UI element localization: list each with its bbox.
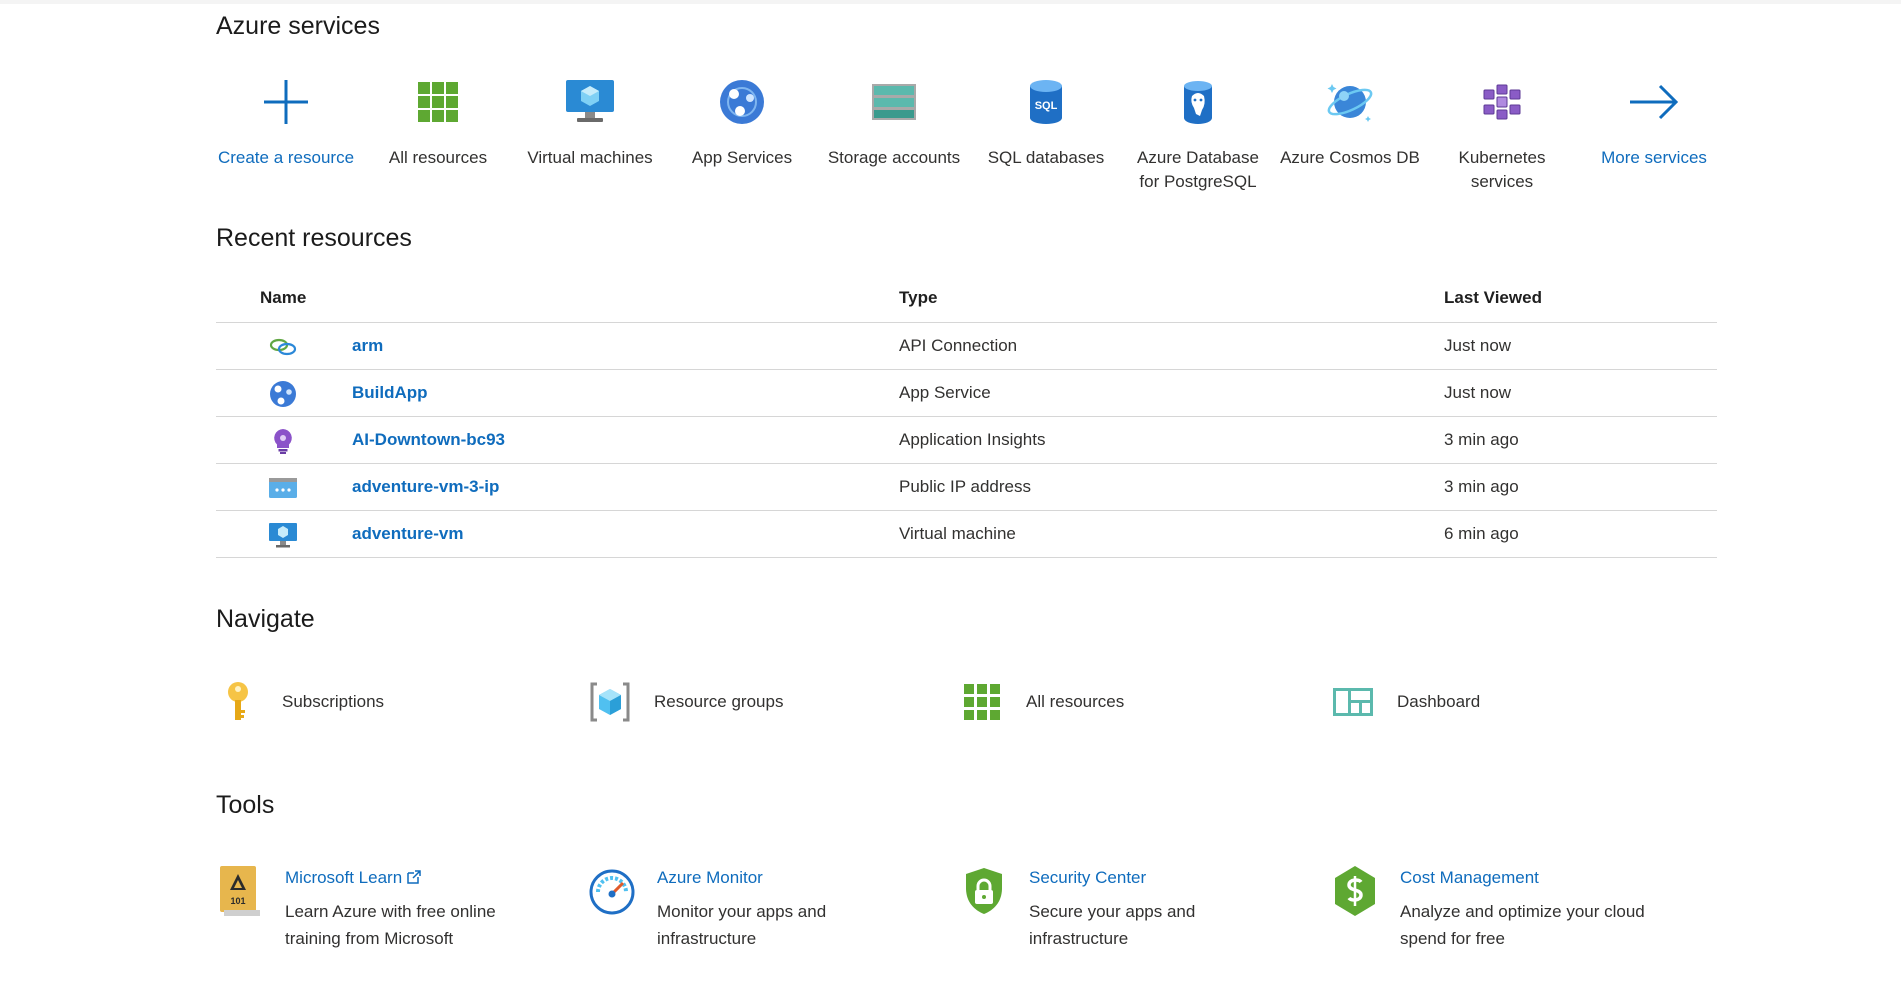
resource-last-viewed: Just now [1444, 383, 1512, 402]
service-sql-databases[interactable]: SQL SQL databases [976, 68, 1116, 170]
resource-type: Public IP address [899, 477, 1031, 496]
service-create-resource[interactable]: Create a resource [216, 68, 356, 170]
arrow-right-icon [1630, 84, 1679, 120]
api-connection-icon [269, 338, 297, 356]
tool-description: Analyze and optimize your cloud spend fo… [1400, 902, 1645, 948]
resource-last-viewed: 6 min ago [1444, 524, 1519, 543]
resource-type: API Connection [899, 336, 1018, 355]
table-row[interactable]: adventure-vm Virtual machine 6 min ago [216, 511, 1717, 558]
service-label: Create a resource [217, 148, 355, 167]
tool-description: Learn Azure with free online training fr… [285, 902, 496, 948]
tool-description: Monitor your apps and infrastructure [657, 902, 827, 948]
tool-title-link[interactable]: Microsoft Learn [285, 868, 422, 888]
service-all-resources[interactable]: All resources [368, 68, 508, 170]
tool-title-link[interactable]: Azure Monitor [657, 868, 763, 888]
resource-name-link[interactable]: AI-Downtown-bc93 [352, 430, 505, 450]
dashboard-icon [1333, 688, 1373, 716]
service-label: More services [1601, 148, 1707, 167]
service-postgresql[interactable]: Azure Database for PostgreSQL [1128, 68, 1268, 194]
resource-type: Virtual machine [899, 524, 1016, 543]
resource-name-link[interactable]: adventure-vm-3-ip [352, 477, 499, 497]
sql-database-icon: SQL [1030, 80, 1062, 124]
resource-name-link[interactable]: arm [352, 336, 383, 356]
virtual-machine-icon [269, 523, 297, 548]
resource-last-viewed: 3 min ago [1444, 477, 1519, 496]
nav-label: Resource groups [654, 692, 784, 711]
plus-icon [264, 80, 308, 124]
service-label: All resources [388, 148, 488, 167]
tools-title: Tools [216, 791, 275, 819]
learn-badge-text: 101 [230, 896, 245, 906]
resource-name-link[interactable]: adventure-vm [352, 524, 463, 544]
tool-title-text: Microsoft Learn [285, 868, 403, 887]
recent-resources-table: Name Type Last Viewed arm API Connection… [216, 282, 1717, 558]
nav-label: All resources [1026, 692, 1125, 711]
tool-title-link[interactable]: Security Center [1029, 868, 1146, 888]
monitor-gauge-icon [589, 869, 635, 915]
app-service-icon [720, 80, 764, 124]
table-header: Name Type Last Viewed [216, 282, 1717, 323]
grid-icon [418, 82, 458, 122]
service-cosmos-db[interactable]: Azure Cosmos DB [1280, 68, 1420, 170]
kubernetes-icon [1483, 84, 1521, 120]
service-label: Kubernetes services [1458, 148, 1546, 191]
postgresql-icon [1184, 81, 1212, 124]
column-header-type[interactable]: Type [899, 288, 937, 308]
service-label: Azure Database for PostgreSQL [1137, 148, 1259, 191]
external-link-icon [407, 870, 421, 884]
service-label: Virtual machines [527, 148, 653, 167]
service-label: SQL databases [987, 148, 1105, 167]
nav-label: Subscriptions [282, 692, 385, 711]
resource-name-link[interactable]: BuildApp [352, 383, 428, 403]
resource-last-viewed: Just now [1444, 336, 1512, 355]
app-service-icon [270, 381, 296, 407]
nav-label: Dashboard [1397, 692, 1481, 711]
table-row[interactable]: arm API Connection Just now [216, 323, 1717, 370]
table-row[interactable]: BuildApp App Service Just now [216, 370, 1717, 417]
azure-services-title: Azure services [216, 12, 380, 40]
storage-icon [872, 84, 916, 120]
recent-resources-title: Recent resources [216, 224, 412, 252]
service-more-services[interactable]: More services [1584, 68, 1724, 170]
public-ip-icon [269, 478, 297, 498]
top-border [0, 0, 1901, 4]
service-kubernetes[interactable]: Kubernetes services [1432, 68, 1572, 194]
azure-services-list: Create a resource All resources Virtual … [216, 68, 1736, 198]
table-row[interactable]: adventure-vm-3-ip Public IP address 3 mi… [216, 464, 1717, 511]
key-icon [228, 682, 248, 720]
column-header-name[interactable]: Name [260, 288, 306, 308]
resource-group-icon [590, 682, 630, 722]
learn-book-icon: 101 [220, 866, 260, 916]
table-row[interactable]: AI-Downtown-bc93 Application Insights 3 … [216, 417, 1717, 464]
service-virtual-machines[interactable]: Virtual machines [520, 68, 660, 170]
virtual-machine-icon [566, 80, 614, 122]
service-label: Azure Cosmos DB [1280, 148, 1420, 167]
column-header-last-viewed[interactable]: Last Viewed [1444, 288, 1542, 308]
cost-hexagon-icon [1335, 866, 1375, 916]
navigate-list: Subscriptions Resource groups All resour… [216, 680, 1716, 730]
service-label: App Services [691, 148, 793, 167]
cosmos-db-icon [1327, 84, 1373, 122]
service-storage-accounts[interactable]: Storage accounts [824, 68, 964, 170]
navigate-title: Navigate [216, 605, 315, 633]
service-app-services[interactable]: App Services [672, 68, 812, 170]
shield-lock-icon [966, 868, 1002, 914]
app-insights-icon [274, 429, 292, 454]
tool-description: Secure your apps and infrastructure [1029, 902, 1196, 948]
sql-badge-text: SQL [1035, 100, 1058, 112]
service-label: Storage accounts [827, 148, 961, 167]
tools-list: 101 Microsoft Learn Learn Azure with fre… [216, 860, 1716, 960]
resource-type: App Service [899, 383, 991, 402]
resource-type: Application Insights [899, 430, 1046, 449]
grid-icon [964, 684, 1000, 720]
tool-title-link[interactable]: Cost Management [1400, 868, 1539, 888]
resource-last-viewed: 3 min ago [1444, 430, 1519, 449]
